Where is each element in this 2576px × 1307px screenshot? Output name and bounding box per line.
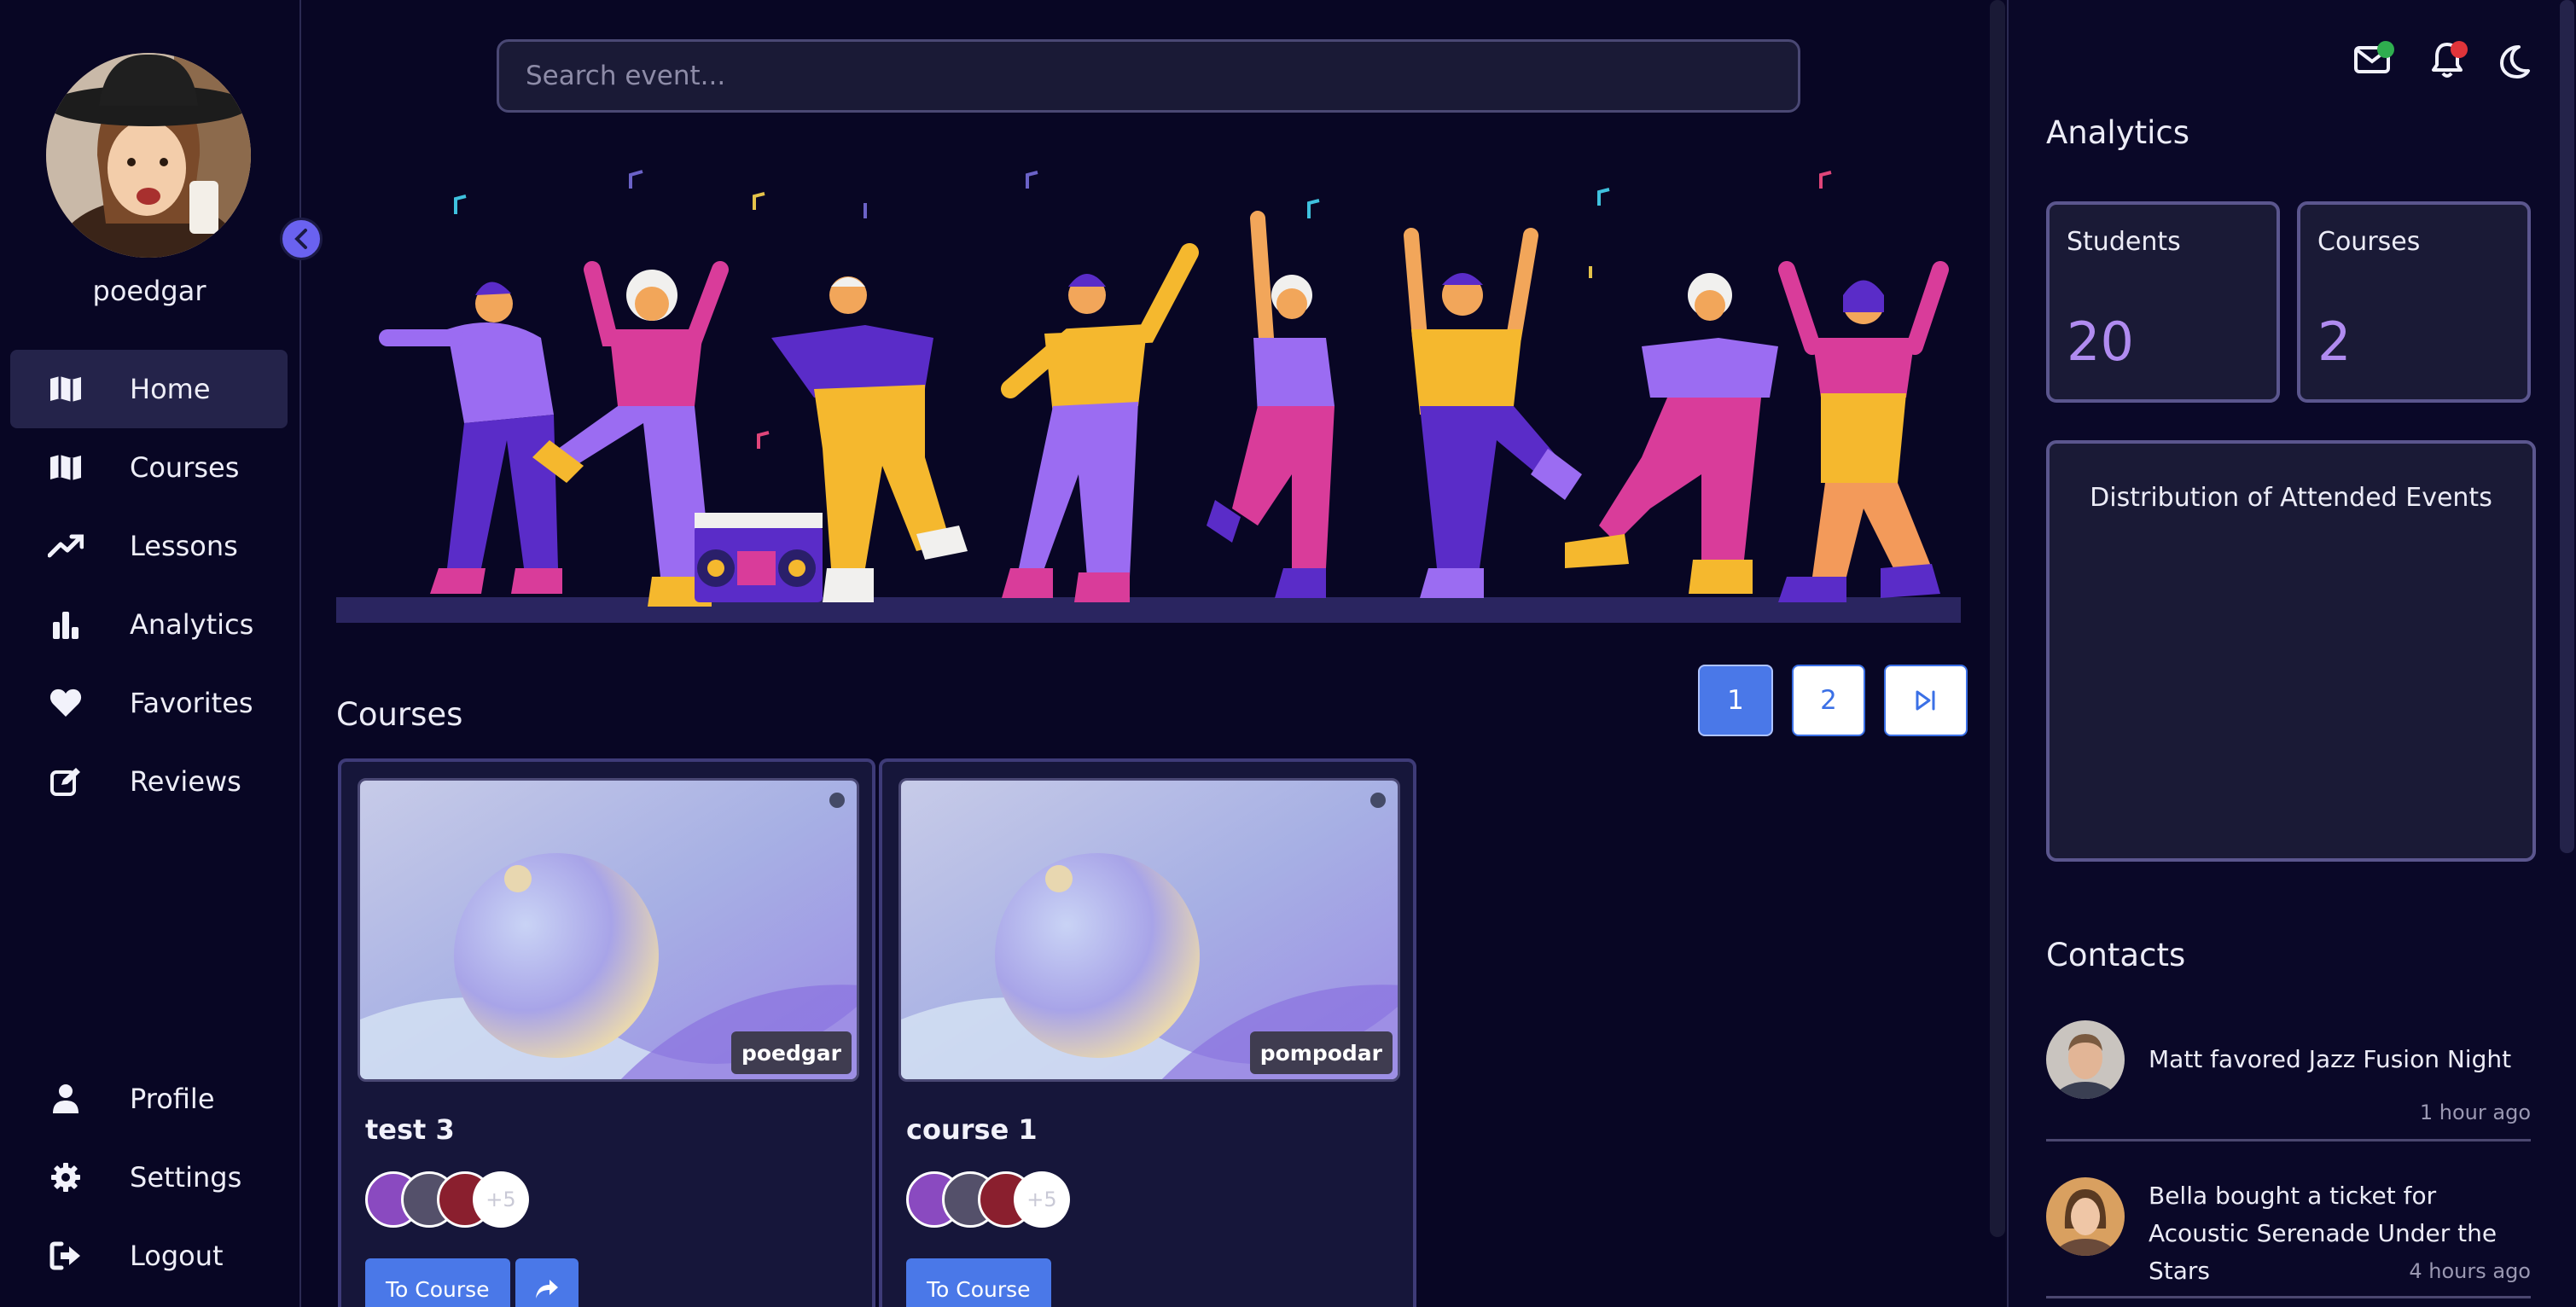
bottom-nav: Profile Settings Logout <box>10 1060 288 1295</box>
students-stat-card: Students 20 <box>2046 201 2280 403</box>
nav-item-favorites[interactable]: Favorites <box>10 664 288 742</box>
stat-value: 2 <box>2317 311 2352 373</box>
contact-item[interactable]: Matt favored Jazz Fusion Night 1 hour ag… <box>2046 1020 2531 1141</box>
right-panel: Analytics Students 20 Courses 2 Distribu… <box>2007 0 2576 1307</box>
contact-timestamp: 4 hours ago <box>2409 1259 2531 1283</box>
distribution-chart-card: Distribution of Attended Events <box>2046 440 2536 862</box>
user-icon <box>44 1083 87 1114</box>
analytics-title: Analytics <box>2046 114 2190 151</box>
course-image[interactable]: poedgar <box>358 778 859 1082</box>
hero-illustration <box>336 167 1961 628</box>
nav-item-profile[interactable]: Profile <box>10 1060 288 1138</box>
author-badge: pompodar <box>1249 1031 1393 1074</box>
share-icon <box>536 1280 558 1298</box>
stat-label: Students <box>2067 227 2181 257</box>
participants-avatars: +5 <box>906 1171 1128 1229</box>
main-nav: Home Courses Lessons Analytics Favorites <box>10 350 288 821</box>
map-icon <box>44 454 87 481</box>
nav-item-analytics[interactable]: Analytics <box>10 585 288 664</box>
contact-timestamp: 1 hour ago <box>2419 1101 2531 1124</box>
share-button[interactable] <box>515 1258 579 1307</box>
theme-toggle[interactable] <box>2498 44 2531 82</box>
bar-chart-icon <box>44 610 87 639</box>
contacts-title: Contacts <box>2046 937 2186 973</box>
nav-item-home[interactable]: Home <box>10 350 288 428</box>
stat-label: Courses <box>2317 227 2421 257</box>
chevron-left-icon <box>294 229 307 249</box>
courses-stat-card: Courses 2 <box>2297 201 2531 403</box>
courses-title: Courses <box>336 696 463 733</box>
participants-avatars: +5 <box>365 1171 587 1229</box>
main-scrollbar[interactable] <box>1990 0 2005 1237</box>
course-image[interactable]: pompodar <box>898 778 1400 1082</box>
status-dot <box>1370 793 1386 808</box>
pagination: 1 2 <box>1698 665 1968 736</box>
logout-icon <box>44 1241 87 1270</box>
nav-item-settings[interactable]: Settings <box>10 1138 288 1217</box>
last-page-button[interactable] <box>1884 665 1968 736</box>
gear-icon <box>44 1162 87 1193</box>
skip-end-icon <box>1916 690 1935 711</box>
user-avatar[interactable] <box>46 53 251 258</box>
stat-value: 20 <box>2067 311 2134 373</box>
course-title: course 1 <box>906 1113 1038 1146</box>
collapse-sidebar-button[interactable] <box>280 218 323 260</box>
distribution-title: Distribution of Attended Events <box>2090 483 2492 513</box>
moon-icon <box>2500 45 2530 78</box>
contact-avatar <box>2046 1020 2125 1099</box>
nav-item-reviews[interactable]: Reviews <box>10 742 288 821</box>
search-input[interactable] <box>497 39 1800 113</box>
map-icon <box>44 375 87 403</box>
page-2-button[interactable]: 2 <box>1792 665 1865 736</box>
right-panel-scrollbar[interactable] <box>2560 0 2574 853</box>
course-card: poedgar test 3 +5 To Course <box>338 758 875 1307</box>
more-participants-badge: +5 <box>473 1171 529 1228</box>
to-course-button[interactable]: To Course <box>906 1258 1051 1307</box>
contact-activity-text: Matt favored Jazz Fusion Night <box>2149 1045 2512 1073</box>
nav-item-lessons[interactable]: Lessons <box>10 507 288 585</box>
bell-notification-dot <box>2451 41 2468 58</box>
contact-avatar <box>2046 1177 2125 1256</box>
contact-item[interactable]: Bella bought a ticket for Acoustic Seren… <box>2046 1177 2531 1298</box>
nav-item-courses[interactable]: Courses <box>10 428 288 507</box>
trend-up-icon <box>44 534 87 558</box>
nav-item-logout[interactable]: Logout <box>10 1217 288 1295</box>
to-course-button[interactable]: To Course <box>365 1258 510 1307</box>
status-dot <box>829 793 845 808</box>
username: poedgar <box>92 275 206 307</box>
messages-button[interactable] <box>2353 41 2394 78</box>
author-badge: poedgar <box>730 1031 852 1074</box>
course-card: pompodar course 1 +5 To Course <box>879 758 1416 1307</box>
more-participants-badge: +5 <box>1014 1171 1070 1228</box>
mail-notification-dot <box>2377 41 2394 58</box>
heart-icon <box>44 688 87 717</box>
edit-icon <box>44 766 87 797</box>
sidebar: poedgar Home Courses Lessons Analytics F… <box>0 0 323 1307</box>
notifications-button[interactable] <box>2430 41 2468 82</box>
course-title: test 3 <box>365 1113 455 1146</box>
page-1-button[interactable]: 1 <box>1698 665 1773 736</box>
